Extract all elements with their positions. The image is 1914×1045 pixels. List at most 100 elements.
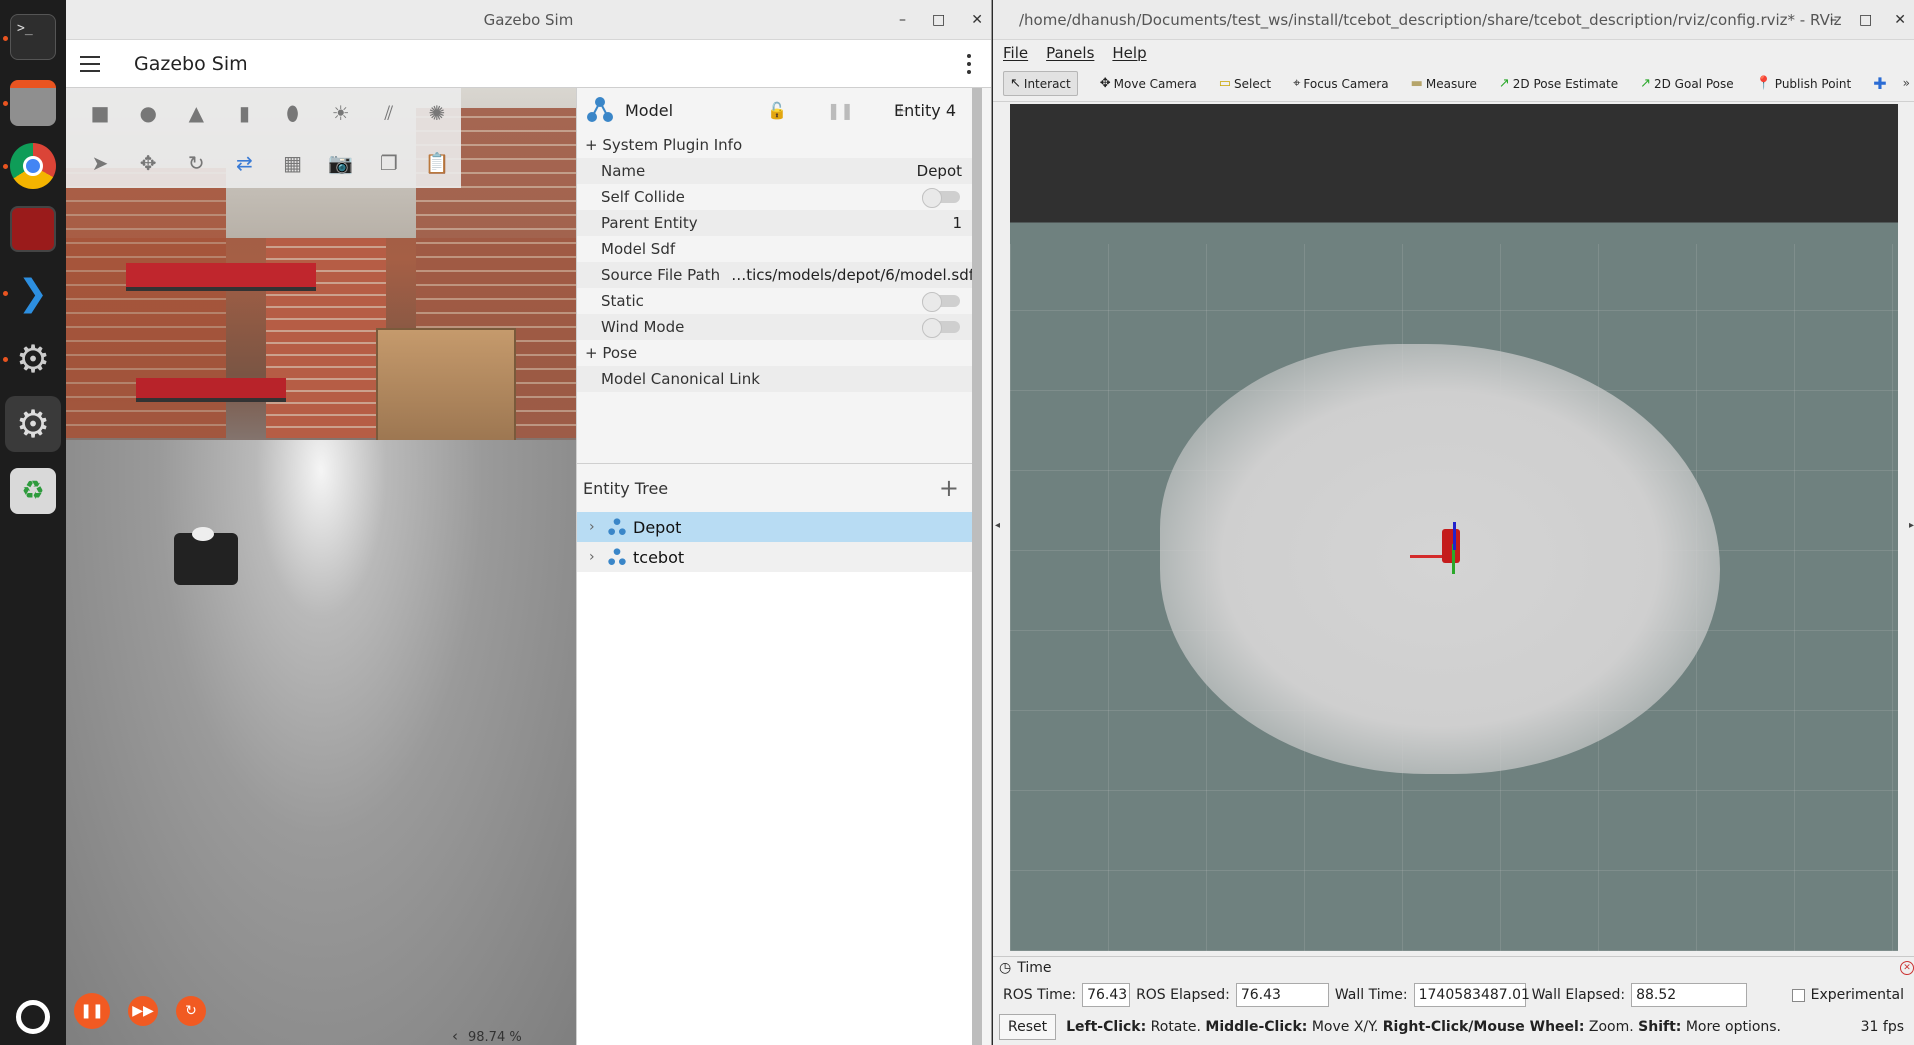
pause-update-icon[interactable]: ❚❚ xyxy=(827,101,854,120)
paste-icon[interactable]: 📋 xyxy=(413,143,461,183)
app-red-icon[interactable] xyxy=(10,206,56,252)
ubuntu-logo-icon[interactable] xyxy=(10,994,56,1040)
3d-scene-viewport[interactable] xyxy=(66,88,576,1045)
select-arrow-icon[interactable]: ➤ xyxy=(76,143,124,183)
box-icon[interactable]: ■ xyxy=(76,93,124,133)
rviz-titlebar[interactable]: /home/dhanush/Documents/test_ws/install/… xyxy=(993,0,1914,40)
spot-light-icon[interactable]: ✺ xyxy=(413,93,461,133)
minimize-button[interactable]: – xyxy=(899,12,906,28)
tool-label: Select xyxy=(1234,76,1272,91)
vscode-icon[interactable]: ❯ xyxy=(10,270,56,316)
wall-elapsed-field[interactable]: 88.52 xyxy=(1631,983,1748,1007)
tools-toolbar: ↖ Interact ✥ Move Camera ▭ Select ⌖ Focu… xyxy=(993,66,1914,102)
tool-select[interactable]: ▭ Select xyxy=(1219,76,1271,91)
snap-icon[interactable]: ⇄ xyxy=(220,143,268,183)
chrome-icon[interactable] xyxy=(10,143,56,189)
directional-light-icon[interactable]: ⫽ xyxy=(365,93,413,133)
source-file-path-row: Source File Path …tics/models/depot/6/mo… xyxy=(577,262,982,288)
lock-icon[interactable]: 🔓 xyxy=(767,101,787,120)
tool-label: 2D Pose Estimate xyxy=(1512,76,1619,91)
maximize-button[interactable]: □ xyxy=(932,12,945,28)
maximize-button[interactable]: □ xyxy=(1859,12,1872,28)
tf-axis-z xyxy=(1453,522,1456,550)
grid-icon[interactable]: ▦ xyxy=(269,143,317,183)
terminal-icon[interactable]: >_ xyxy=(10,14,56,60)
sphere-icon[interactable]: ● xyxy=(124,93,172,133)
robot-model[interactable] xyxy=(174,527,238,585)
static-toggle[interactable] xyxy=(922,292,960,312)
shapes-toolbar: ■ ● ▲ ▮ ⬮ ☀ ⫽ ✺ ➤ ✥ ↻ ⇄ ▦ 📷 ❐ 📋 xyxy=(66,88,461,188)
self-collide-toggle[interactable] xyxy=(922,188,960,208)
prop-key: Wind Mode xyxy=(601,318,685,336)
right-dock-collapse-icon[interactable]: ▸ xyxy=(1909,520,1914,531)
close-button[interactable]: ✕ xyxy=(971,12,983,28)
kebab-menu-icon[interactable] xyxy=(967,54,971,74)
running-indicator xyxy=(3,291,8,296)
screenshot-icon[interactable]: 📷 xyxy=(317,143,365,183)
minimize-button[interactable]: – xyxy=(1830,12,1837,28)
rotate-icon[interactable]: ↻ xyxy=(172,143,220,183)
wall-time-field[interactable]: 1740583487.01 xyxy=(1413,983,1530,1007)
gazebo-titlebar[interactable]: Gazebo Sim – □ ✕ xyxy=(66,0,991,40)
system-plugin-info-row[interactable]: + System Plugin Info xyxy=(577,132,982,158)
entity-label: tcebot xyxy=(633,547,685,567)
files-icon[interactable] xyxy=(10,80,56,126)
tool-label: Interact xyxy=(1023,76,1071,91)
prop-key: Self Collide xyxy=(601,188,685,206)
sun-icon[interactable]: ☀ xyxy=(317,93,365,133)
reset-icon[interactable]: ↻ xyxy=(176,996,206,1026)
capsule-icon[interactable]: ⬮ xyxy=(269,93,317,133)
copy-icon[interactable]: ❐ xyxy=(365,143,413,183)
menu-help[interactable]: Help xyxy=(1112,44,1146,62)
menu-panels[interactable]: Panels xyxy=(1046,44,1094,62)
trash-icon[interactable]: ♻ xyxy=(10,468,56,514)
add-tool-button[interactable]: ✚ xyxy=(1873,74,1886,93)
pause-icon[interactable]: ❚❚ xyxy=(74,993,110,1029)
crosshair-icon: ⌖ xyxy=(1293,76,1301,91)
wind-mode-toggle[interactable] xyxy=(922,318,960,338)
prop-key: Name xyxy=(601,162,646,180)
gazebo-window: Gazebo Sim – □ ✕ Gazebo Sim ■ ● ▲ ▮ ⬮ ☀ … xyxy=(66,0,992,1045)
mouse-hints: Left-Click: Rotate. Middle-Click: Move X… xyxy=(1066,1019,1782,1035)
rviz-3d-viewport[interactable] xyxy=(1010,104,1898,951)
toolbar-overflow-icon[interactable]: » xyxy=(1903,76,1910,90)
experimental-checkbox-group: Experimental xyxy=(1791,987,1904,1003)
tool-focus-camera[interactable]: ⌖ Focus Camera xyxy=(1293,76,1389,91)
collapse-arrow-icon[interactable]: ‹ xyxy=(452,1027,458,1045)
entity-tree-item-depot[interactable]: › Depot xyxy=(577,512,973,542)
menu-file[interactable]: File xyxy=(1003,44,1028,62)
pose-row[interactable]: + Pose xyxy=(577,340,982,366)
tool-measure[interactable]: ▬ Measure xyxy=(1411,76,1477,91)
entity-tree-header: Entity Tree + xyxy=(577,464,973,512)
ros-time-field[interactable]: 76.43 xyxy=(1082,983,1131,1007)
tool-publish-point[interactable]: 📍 Publish Point xyxy=(1756,76,1852,91)
step-forward-icon[interactable]: ▶▶ xyxy=(128,996,158,1026)
add-entity-icon[interactable]: + xyxy=(939,474,959,502)
desktop: >_ ❯ ⚙ ⚙ ♻ Gazebo Sim – □ ✕ Gazebo Sim ■… xyxy=(0,0,1914,1045)
model-icon xyxy=(587,97,613,122)
close-icon[interactable]: ✕ xyxy=(1900,961,1914,975)
tool-2d-pose-estimate[interactable]: ↗ 2D Pose Estimate xyxy=(1499,76,1618,91)
hamburger-menu-icon[interactable] xyxy=(80,55,100,72)
tool-2d-goal-pose[interactable]: ↗ 2D Goal Pose xyxy=(1640,76,1734,91)
green-arrow-icon: ↗ xyxy=(1640,76,1651,91)
prop-value: 1 xyxy=(952,214,962,232)
chevron-right-icon[interactable]: › xyxy=(589,549,601,565)
ros-elapsed-field[interactable]: 76.43 xyxy=(1235,983,1329,1007)
settings-icon[interactable]: ⚙ xyxy=(10,401,56,447)
tool-move-camera[interactable]: ✥ Move Camera xyxy=(1100,76,1197,91)
tool-interact[interactable]: ↖ Interact xyxy=(1003,71,1078,96)
close-button[interactable]: ✕ xyxy=(1894,12,1906,28)
cylinder-icon[interactable]: ▮ xyxy=(220,93,268,133)
tool-label: Focus Camera xyxy=(1303,76,1389,91)
experimental-checkbox[interactable] xyxy=(1791,988,1805,1002)
wind-mode-row: Wind Mode xyxy=(577,314,982,340)
translate-icon[interactable]: ✥ xyxy=(124,143,172,183)
settings-icon[interactable]: ⚙ xyxy=(10,336,56,382)
chevron-right-icon[interactable]: › xyxy=(589,519,601,535)
reset-button[interactable]: Reset xyxy=(999,1014,1057,1040)
side-panel-scrollbar[interactable] xyxy=(972,88,982,1045)
entity-tree-item-tcebot[interactable]: › tcebot xyxy=(577,542,973,572)
left-dock-collapse-icon[interactable]: ◂ xyxy=(995,520,1000,531)
cone-icon[interactable]: ▲ xyxy=(172,93,220,133)
